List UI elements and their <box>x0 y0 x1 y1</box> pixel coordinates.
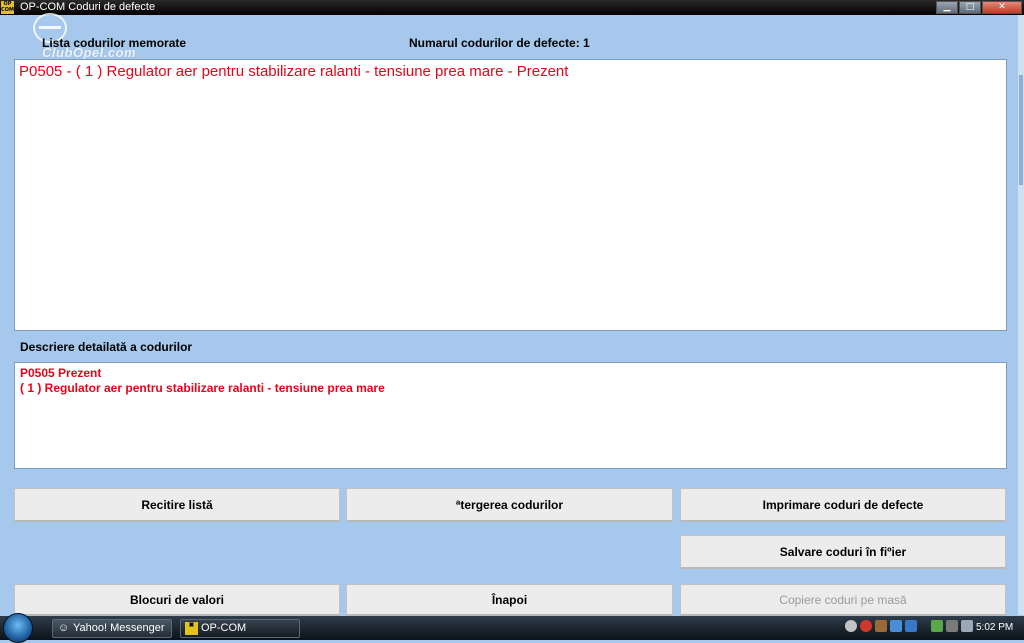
system-tray <box>845 620 973 632</box>
back-button[interactable]: Înapoi <box>346 584 673 616</box>
battery-icon[interactable] <box>931 620 943 632</box>
opcom-icon: ▣ <box>185 622 198 635</box>
taskbar: ☺ Yahoo! Messenger ▣ OP-COM 5:02 PM <box>0 613 1024 643</box>
window-scrollbar[interactable] <box>1018 15 1024 615</box>
print-codes-button[interactable]: Imprimare coduri de defecte <box>680 488 1006 522</box>
minimize-button[interactable]: ▁ <box>936 1 958 14</box>
clock[interactable]: 5:02 PM <box>976 616 1013 640</box>
details-label: Descriere detailată a codurilor <box>20 340 193 354</box>
value-blocks-button[interactable]: Blocuri de valori <box>14 584 340 616</box>
detail-line-description: ( 1 ) Regulator aer pentru stabilizare r… <box>20 381 385 395</box>
task-label: OP-COM <box>201 622 247 634</box>
network-icon[interactable] <box>890 620 902 632</box>
opcom-app-icon: OP COM <box>1 1 14 14</box>
volume-icon[interactable] <box>961 620 973 632</box>
title-bar: OP COM OP-COM Coduri de defecte ▁ □ ✕ <box>0 0 1024 15</box>
clear-codes-button[interactable]: ªtergerea codurilor <box>346 488 673 522</box>
connection-icon[interactable] <box>946 620 958 632</box>
reread-list-button[interactable]: Recitire listă <box>14 488 340 522</box>
tray-app-icon[interactable] <box>845 620 857 632</box>
start-button[interactable] <box>3 613 33 643</box>
fault-code-list[interactable]: P0505 - ( 1 ) Regulator aer pentru stabi… <box>14 59 1007 331</box>
antivirus-icon[interactable] <box>860 620 872 632</box>
detail-description-box[interactable]: P0505 Prezent ( 1 ) Regulator aer pentru… <box>14 362 1007 469</box>
messenger-tray-icon[interactable] <box>905 620 917 632</box>
fault-count-label: Numarul codurilor de defecte: 1 <box>409 36 590 50</box>
scroll-thumb[interactable] <box>1019 75 1023 185</box>
close-button[interactable]: ✕ <box>982 1 1022 14</box>
taskbar-item-yahoo-messenger[interactable]: ☺ Yahoo! Messenger <box>52 619 172 638</box>
tray-arrow-icon[interactable] <box>875 620 887 632</box>
window-controls: ▁ □ ✕ <box>935 1 1022 14</box>
list-label: Lista codurilor memorate <box>42 36 187 50</box>
tray-spacer <box>920 620 928 632</box>
yahoo-messenger-icon: ☺ <box>57 622 70 634</box>
window-title: OP-COM Coduri de defecte <box>20 1 156 13</box>
save-codes-button[interactable]: Salvare coduri în fiºier <box>680 535 1006 569</box>
taskbar-item-opcom[interactable]: ▣ OP-COM <box>180 619 300 638</box>
list-item[interactable]: P0505 - ( 1 ) Regulator aer pentru stabi… <box>19 63 568 80</box>
task-label: Yahoo! Messenger <box>73 622 165 634</box>
detail-line-code: P0505 Prezent <box>20 366 102 380</box>
maximize-button[interactable]: □ <box>959 1 981 14</box>
copy-codes-button: Copiere coduri pe masă <box>680 584 1006 616</box>
